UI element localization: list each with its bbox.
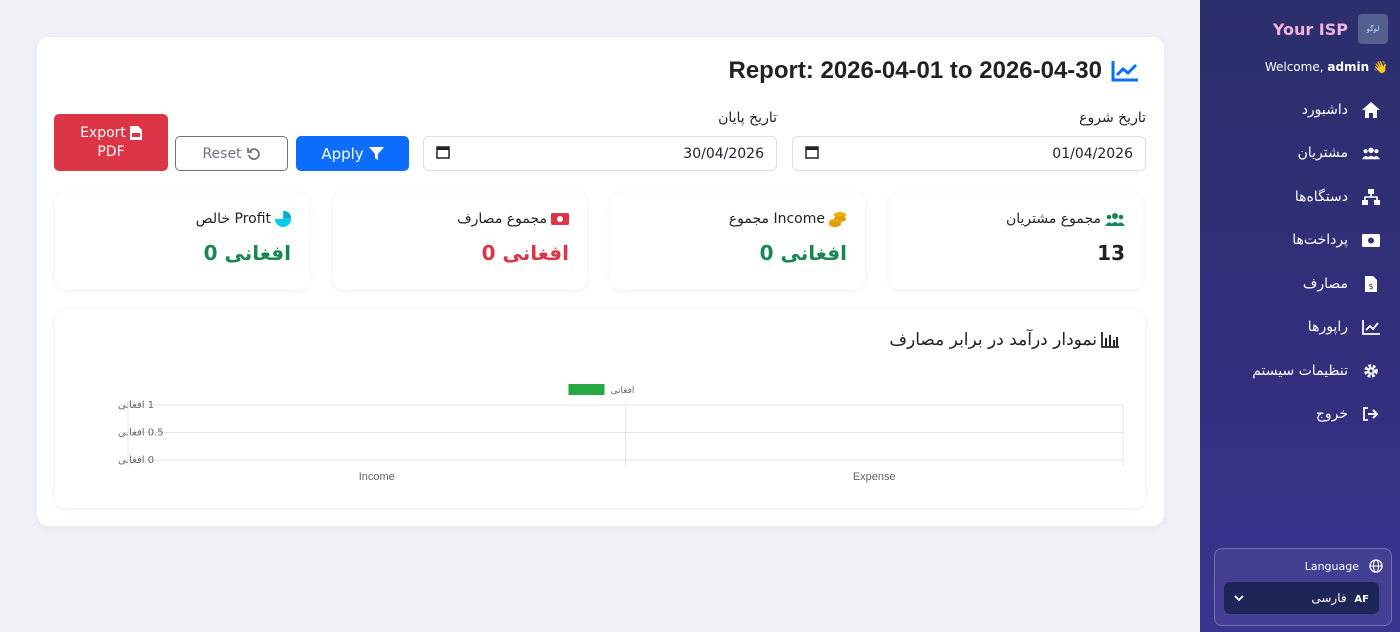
stat-label: مجموع مشتریان [1005, 211, 1101, 227]
stat-card-customers: مجموع مشتریان 13 [889, 193, 1143, 289]
legend-swatch [568, 384, 605, 395]
welcome-message: Welcome, admin 👋 [1265, 60, 1388, 74]
start-date-input[interactable]: 01/04/2026 [792, 136, 1146, 171]
stat-card-profit: خالص Profit 0 افغانی [55, 193, 309, 289]
sidebar-item-expenses[interactable]: مصارف $ [1200, 262, 1400, 306]
coins-icon [829, 212, 846, 227]
money-icon [1362, 231, 1380, 249]
stat-value: 0 افغانی [481, 241, 569, 265]
end-date-label: تاریخ پایان [718, 110, 777, 126]
stat-value: 0 افغانی [759, 241, 847, 265]
sidebar-item-devices[interactable]: دستگاه‌ها [1200, 175, 1400, 219]
sidebar-item-dashboard[interactable]: داشبورد [1200, 88, 1400, 132]
chart-card: نمودار درآمد در برابر مصارف 0 افغانی 0.5 … [55, 310, 1145, 508]
start-date-value: 01/04/2026 [1052, 145, 1133, 162]
income-expense-chart: 0 افغانی 0.5 افغانی 1 افغانی Income Expense ا… [118, 384, 1124, 483]
wave-icon: 👋 [1373, 60, 1388, 74]
sidebar-item-label: مشتریان [1297, 145, 1348, 162]
logout-icon [1362, 405, 1380, 423]
y-tick-label: 0 افغانی [118, 455, 154, 466]
legend-label: افغانی [611, 386, 635, 396]
y-tick-label: 1 افغانی [118, 400, 154, 411]
stat-value: 13 [1097, 241, 1125, 265]
stat-value: 0 افغانی [203, 241, 291, 265]
sidebar-item-customers[interactable]: مشتریان [1200, 132, 1400, 176]
globe-icon [1369, 559, 1383, 573]
language-selected-name: فارسی [1311, 591, 1347, 605]
report-title: Report: 2026-04-01 to 2026-04-30 [728, 57, 1140, 85]
sidebar-nav: داشبورد مشتریان دستگاه‌ها پرداخت‌ها مصار… [1200, 88, 1400, 436]
sidebar: Your ISP لوگو Welcome, admin 👋 داشبورد م… [1200, 0, 1400, 632]
sidebar-item-label: داشبورد [1301, 101, 1348, 118]
sidebar-item-label: دستگاه‌ها [1294, 188, 1348, 205]
sidebar-item-label: تنظیمات سیستم [1252, 362, 1348, 379]
reset-label: Reset [202, 145, 242, 162]
gear-icon [1362, 362, 1380, 380]
home-icon [1362, 101, 1380, 119]
users-icon [1362, 144, 1380, 162]
chevron-down-icon [1234, 591, 1244, 605]
stat-card-expenses: مجموع مصارف 0 افغانی [333, 193, 587, 289]
language-panel: Language فارسی AF [1214, 548, 1392, 626]
filter-icon [368, 146, 384, 160]
chart-line-icon [1362, 318, 1380, 336]
welcome-prefix: Welcome, [1264, 60, 1324, 74]
network-icon [1362, 188, 1380, 206]
start-date-label: تاریخ شروع [1079, 110, 1146, 126]
sidebar-item-label: پرداخت‌ها [1292, 232, 1348, 249]
sidebar-item-label: خروج [1315, 406, 1348, 423]
x-tick-label: Income [359, 471, 395, 483]
sidebar-item-payments[interactable]: پرداخت‌ها [1200, 219, 1400, 263]
stat-label: مجموع Income [728, 211, 825, 227]
export-label-pdf: PDF [97, 143, 125, 160]
export-pdf-button[interactable]: Export PDF [54, 114, 168, 171]
calendar-icon[interactable] [805, 145, 819, 163]
money-bill-icon [551, 213, 569, 225]
apply-label: Apply [321, 144, 364, 163]
sidebar-item-logout[interactable]: خروج [1200, 393, 1400, 437]
report-title-text: Report: 2026-04-01 to 2026-04-30 [728, 57, 1102, 84]
report-card: Report: 2026-04-01 to 2026-04-30 تاریخ ش… [37, 37, 1164, 526]
chart-line-icon [1111, 61, 1138, 82]
sidebar-item-settings[interactable]: تنظیمات سیستم [1200, 349, 1400, 393]
language-label: Language [1304, 559, 1359, 573]
stat-label: خالص Profit [195, 211, 271, 227]
users-icon [1105, 213, 1125, 226]
brand-logo: لوگو [1358, 14, 1388, 44]
undo-icon [246, 147, 260, 160]
svg-text:$: $ [1368, 282, 1373, 291]
x-tick-label: Expense [853, 471, 896, 483]
sidebar-item-label: مصارف [1302, 275, 1348, 292]
y-tick-label: 0.5 افغانی [118, 428, 164, 439]
sidebar-item-reports[interactable]: راپورها [1200, 306, 1400, 350]
end-date-value: 30/04/2026 [683, 145, 764, 162]
export-label: Export [80, 124, 126, 141]
welcome-username: admin [1327, 60, 1370, 74]
end-date-input[interactable]: 30/04/2026 [423, 136, 777, 171]
calendar-icon[interactable] [436, 145, 450, 163]
stat-card-income: مجموع Income 0 افغانی [611, 193, 865, 289]
file-pdf-icon [129, 126, 142, 141]
sidebar-item-label: راپورها [1307, 319, 1348, 336]
brand: Your ISP لوگو [1273, 14, 1388, 44]
apply-button[interactable]: Apply [296, 136, 409, 171]
pie-chart-icon [275, 211, 291, 227]
language-select[interactable]: فارسی AF [1224, 582, 1379, 614]
stat-label: مجموع مصارف [457, 211, 547, 227]
reset-button[interactable]: Reset [175, 136, 288, 171]
language-selected-code: AF [1354, 594, 1369, 605]
invoice-icon: $ [1362, 275, 1380, 293]
brand-name[interactable]: Your ISP [1273, 20, 1348, 39]
